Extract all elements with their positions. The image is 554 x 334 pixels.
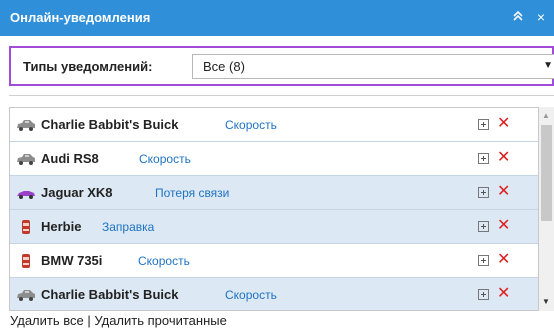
car-top-red-icon [16,220,36,234]
notification-type-filter: Типы уведомлений: Все (8) ▼ [9,46,554,86]
window-titlebar: Онлайн-уведомления × [0,0,554,36]
notification-row[interactable]: Herbie Заправка ✕ [10,210,538,244]
delete-icon[interactable]: ✕ [497,217,510,235]
dropdown-arrow-icon[interactable]: ▼ [543,60,553,71]
expand-icon[interactable] [478,255,489,266]
event-type-link[interactable]: Заправка [102,220,154,234]
notification-row[interactable]: BMW 735i Скорость ✕ [10,244,538,278]
vehicle-name: BMW 735i [41,253,103,268]
notification-row[interactable]: Audi RS8 Скорость ✕ [10,142,538,176]
delete-icon[interactable]: ✕ [497,285,510,303]
delete-icon[interactable]: ✕ [497,183,510,201]
sports-car-purple-icon [16,186,36,200]
list-footer: Удалить все | Удалить прочитанные [10,313,227,328]
event-type-link[interactable]: Скорость [139,152,191,166]
sedan-grey-icon [16,118,36,132]
sedan-grey-icon [16,288,36,302]
select-value: Все (8) [203,59,245,74]
delete-icon[interactable]: ✕ [497,149,510,167]
scroll-up-icon[interactable]: ▲ [542,111,550,120]
filter-label: Типы уведомлений: [23,59,153,74]
double-chevron-up-icon [513,10,523,21]
notification-row[interactable]: Charlie Babbit's Buick Скорость ✕ [10,108,538,142]
expand-icon[interactable] [478,119,489,130]
vehicle-name: Charlie Babbit's Buick [41,287,179,302]
notification-row[interactable]: Charlie Babbit's Buick Скорость ✕ [10,278,538,310]
delete-all-link[interactable]: Удалить все [10,313,84,328]
delete-read-link[interactable]: Удалить прочитанные [94,313,226,328]
expand-icon[interactable] [478,221,489,232]
expand-icon[interactable] [478,289,489,300]
expand-icon[interactable] [478,153,489,164]
list-scrollbar[interactable]: ▲ ▼ [539,107,554,311]
event-type-link[interactable]: Скорость [225,118,277,132]
event-type-link[interactable]: Потеря связи [155,186,229,200]
delete-icon[interactable]: ✕ [497,115,510,133]
scrollbar-thumb[interactable] [541,125,552,221]
vehicle-name: Audi RS8 [41,151,99,166]
vehicle-name: Jaguar XK8 [41,185,113,200]
notification-row[interactable]: Jaguar XK8 Потеря связи ✕ [10,176,538,210]
footer-divider: | [87,313,91,328]
collapse-icon[interactable] [509,8,527,26]
notification-type-select[interactable]: Все (8) ▼ [192,54,554,79]
event-type-link[interactable]: Скорость [225,288,277,302]
event-type-link[interactable]: Скорость [138,254,190,268]
notification-list: Charlie Babbit's Buick Скорость ✕ Audi RS8 С… [9,107,539,311]
vehicle-name: Herbie [41,219,82,234]
vehicle-name: Charlie Babbit's Buick [41,117,179,132]
scroll-down-icon[interactable]: ▼ [542,297,550,306]
window-title: Онлайн-уведомления [10,10,151,25]
sedan-grey-icon [16,152,36,166]
car-top-red-icon [16,254,36,268]
expand-icon[interactable] [478,187,489,198]
delete-icon[interactable]: ✕ [497,251,510,269]
divider [9,95,554,96]
close-icon[interactable]: × [532,8,550,26]
